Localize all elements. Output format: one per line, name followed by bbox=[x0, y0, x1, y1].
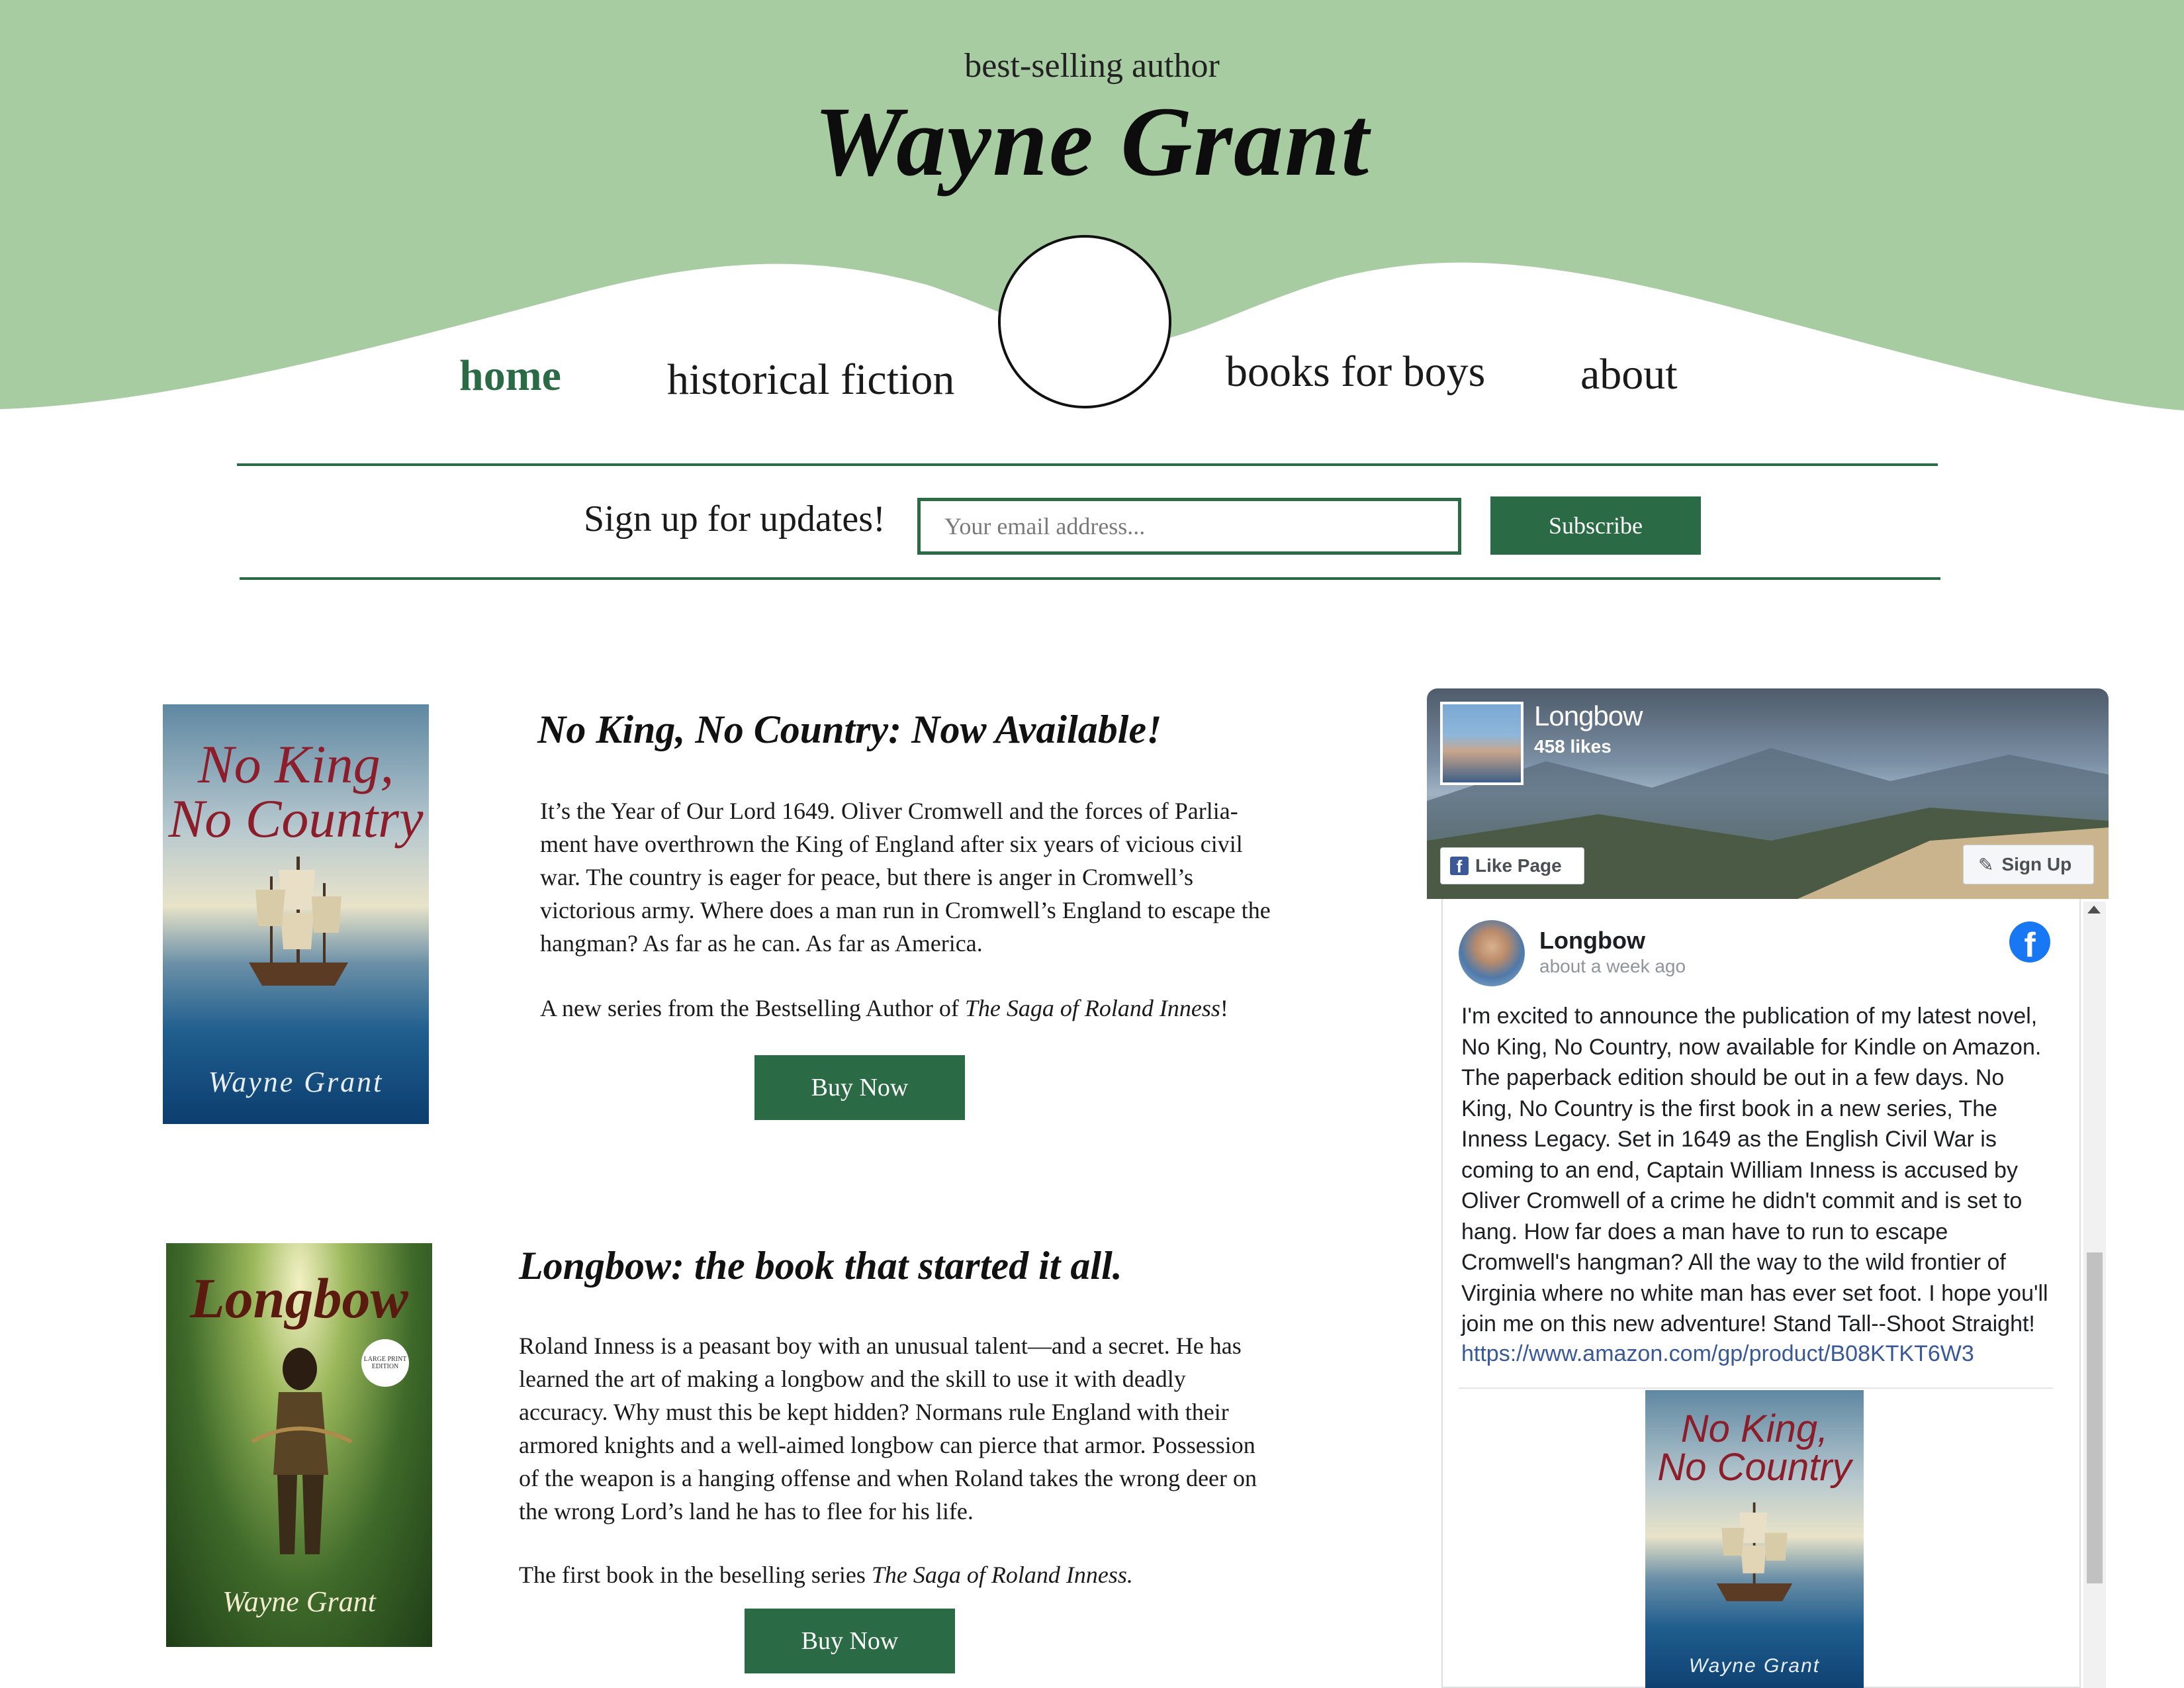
nav-historical-fiction[interactable]: historical fiction bbox=[667, 355, 954, 405]
ship-illustration bbox=[249, 857, 348, 986]
buy-now-button[interactable]: Buy Now bbox=[745, 1609, 955, 1673]
book-heading: Longbow: the book that started it all. bbox=[519, 1244, 1122, 1288]
book-description: It’s the Year of Our Lord 1649. Oliver C… bbox=[540, 794, 1281, 960]
like-page-label: Like Page bbox=[1475, 855, 1562, 876]
book-cover-no-king-no-country[interactable]: No King, No Country Wayne Grant bbox=[163, 704, 429, 1124]
cover-title-line1: No King, bbox=[197, 734, 394, 794]
cover-title: Longbow bbox=[190, 1266, 408, 1330]
sign-up-button[interactable]: ✎ Sign Up bbox=[1963, 845, 2094, 884]
series-prefix: A new series from the Bestselling Author… bbox=[540, 995, 965, 1021]
ship-illustration bbox=[1716, 1502, 1793, 1601]
buy-now-button[interactable]: Buy Now bbox=[754, 1055, 965, 1120]
book-cover-longbow[interactable]: Longbow LARGE PRINT EDITION Wayne Grant bbox=[166, 1243, 432, 1647]
series-suffix: ! bbox=[1220, 995, 1228, 1021]
series-prefix: The first book in the beselling series bbox=[519, 1562, 872, 1588]
divider-top bbox=[237, 463, 1938, 466]
book-description-text: It’s the Year of Our Lord 1649. Oliver C… bbox=[540, 798, 1271, 957]
page-name[interactable]: Longbow bbox=[1534, 700, 1643, 732]
large-print-badge: LARGE PRINT EDITION bbox=[361, 1339, 409, 1387]
divider-bottom bbox=[240, 577, 1940, 580]
book-description: Roland Inness is a peasant boy with an u… bbox=[519, 1329, 1273, 1528]
archer-illustration bbox=[251, 1348, 353, 1554]
scrollbar-thumb[interactable] bbox=[2087, 1252, 2103, 1583]
book-series-line: The first book in the beselling series T… bbox=[519, 1561, 1133, 1589]
subscribe-button[interactable]: Subscribe bbox=[1490, 496, 1701, 555]
post-divider bbox=[1459, 1387, 2053, 1389]
post-text: I'm excited to announce the publication … bbox=[1461, 1004, 2048, 1336]
series-title: The Saga of Roland Inness. bbox=[871, 1562, 1133, 1588]
sign-up-label: Sign Up bbox=[2001, 854, 2072, 874]
page-avatar[interactable] bbox=[1440, 702, 1524, 785]
post-image-book-cover[interactable]: No King, No Country Wayne Grant bbox=[1645, 1390, 1864, 1688]
facebook-page-widget: Longbow 458 likes f Like Page ✎ Sign Up … bbox=[1427, 688, 2109, 1688]
cover-title: No King, No Country bbox=[1645, 1410, 1864, 1487]
site-title[interactable]: Wayne Grant bbox=[0, 85, 2184, 199]
series-title: The Saga of Roland Inness bbox=[964, 995, 1220, 1021]
logo-circle[interactable] bbox=[998, 235, 1171, 408]
facebook-logo-icon[interactable]: f bbox=[2009, 921, 2050, 962]
book-description-text: Roland Inness is a peasant boy with an u… bbox=[519, 1333, 1257, 1524]
page-likes: 458 likes bbox=[1534, 736, 1612, 757]
post-author-avatar[interactable] bbox=[1459, 920, 1525, 986]
email-input[interactable] bbox=[917, 498, 1461, 555]
nav-home[interactable]: home bbox=[459, 351, 561, 401]
cover-title: No King, No Country bbox=[163, 737, 429, 846]
feed-scrollbar[interactable] bbox=[2083, 902, 2106, 1688]
cover-title-line2: No Country bbox=[168, 788, 424, 849]
site-tagline: best-selling author bbox=[964, 47, 1220, 85]
cover-title-line1: No King, bbox=[1680, 1407, 1829, 1450]
pencil-icon: ✎ bbox=[1978, 854, 1994, 875]
nav-about[interactable]: about bbox=[1580, 350, 1678, 400]
post-timestamp[interactable]: about a week ago bbox=[1539, 956, 1686, 977]
facebook-f-icon: f bbox=[1450, 857, 1469, 875]
like-page-button[interactable]: f Like Page bbox=[1440, 847, 1584, 884]
book-heading: No King, No Country: Now Available! bbox=[537, 708, 1162, 751]
book-series-line: A new series from the Bestselling Author… bbox=[540, 994, 1228, 1022]
cover-title-line2: No Country bbox=[1657, 1446, 1852, 1489]
facebook-cover-photo[interactable]: Longbow 458 likes f Like Page ✎ Sign Up bbox=[1427, 688, 2109, 899]
signup-label: Sign up for updates! bbox=[584, 498, 886, 539]
post-link[interactable]: https://www.amazon.com/gp/product/B08KTK… bbox=[1461, 1341, 1974, 1367]
nav-books-for-boys[interactable]: books for boys bbox=[1226, 347, 1485, 397]
scroll-up-arrow-icon[interactable] bbox=[2087, 906, 2101, 914]
cover-author: Wayne Grant bbox=[208, 1066, 384, 1098]
cover-author: Wayne Grant bbox=[1688, 1655, 1821, 1677]
post-author-name[interactable]: Longbow bbox=[1539, 927, 1645, 955]
cover-author: Wayne Grant bbox=[222, 1585, 376, 1618]
